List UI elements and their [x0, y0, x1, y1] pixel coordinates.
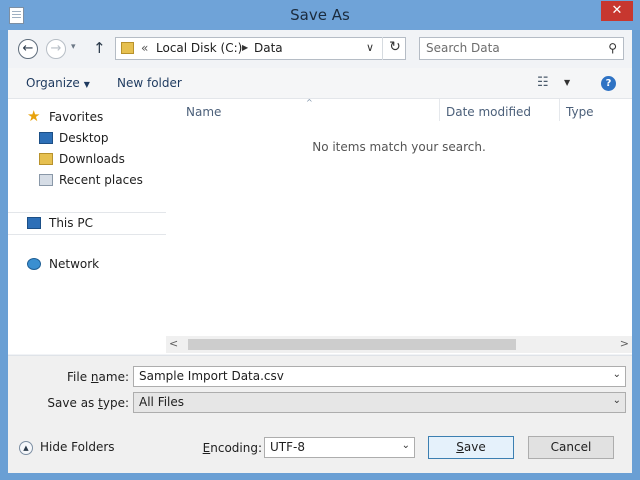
command-bar: Organize ▼ New folder ☷ ▼ ? — [8, 68, 632, 99]
save-as-type-select[interactable]: All Files ⌄ — [133, 392, 626, 413]
scroll-right-icon[interactable]: > — [620, 337, 629, 350]
sidebar-item-recent-places[interactable]: Recent places — [8, 170, 166, 191]
star-icon: ★ — [27, 107, 41, 125]
sidebar-item-network[interactable]: Network — [8, 254, 166, 275]
sort-ascending-icon: ^ — [306, 98, 313, 107]
organize-label: Organize — [26, 76, 80, 90]
address-bar[interactable]: « Local Disk (C:) ▶ Data ∨ ↻ — [115, 37, 406, 60]
folder-icon — [121, 42, 134, 54]
help-icon[interactable]: ? — [601, 76, 616, 91]
chevron-down-icon[interactable]: ⌄ — [613, 395, 621, 406]
encoding-label: Encoding: — [202, 441, 262, 455]
back-button[interactable]: ← — [18, 39, 38, 59]
sidebar-item-this-pc[interactable]: This PC — [8, 212, 166, 235]
recent-locations-chevron-icon[interactable]: ▾ — [71, 42, 76, 52]
save-as-type-value: All Files — [139, 395, 185, 409]
save-button[interactable]: Save — [428, 436, 514, 459]
file-name-value[interactable]: Sample Import Data.csv — [139, 369, 284, 383]
up-button[interactable]: ↑ — [93, 39, 106, 57]
organize-button[interactable]: Organize ▼ — [26, 76, 90, 90]
forward-button[interactable]: → — [46, 39, 66, 59]
new-folder-button[interactable]: New folder — [117, 76, 182, 90]
column-header-name[interactable]: Name — [186, 105, 221, 119]
view-options-icon[interactable]: ☷ — [537, 75, 549, 90]
computer-icon — [27, 217, 41, 229]
sidebar-item-downloads[interactable]: Downloads — [8, 149, 166, 170]
window-title: Save As — [290, 6, 350, 24]
save-form: File name: Sample Import Data.csv ⌄ Save… — [8, 355, 632, 473]
scrollbar-thumb[interactable] — [188, 339, 516, 350]
save-as-dialog: Save As ✕ ← → ▾ ↑ « Local Disk (C:) ▶ Da… — [0, 0, 640, 480]
sidebar-item-label: Desktop — [59, 131, 109, 145]
desktop-icon — [39, 132, 53, 144]
sidebar-item-desktop[interactable]: Desktop — [8, 128, 166, 149]
file-list[interactable]: ^ Name Date modified Type No items match… — [166, 98, 632, 354]
dialog-body: ← → ▾ ↑ « Local Disk (C:) ▶ Data ∨ ↻ Sea… — [8, 30, 632, 473]
file-name-field[interactable]: Sample Import Data.csv ⌄ — [133, 366, 626, 387]
search-input[interactable]: Search Data ⚲ — [419, 37, 624, 60]
column-header-date-modified[interactable]: Date modified — [446, 105, 531, 119]
sidebar-item-label: Recent places — [59, 173, 143, 187]
address-overflow-icon[interactable]: « — [141, 41, 148, 55]
breadcrumb-data[interactable]: Data — [254, 41, 283, 55]
file-name-label: File name: — [67, 370, 129, 384]
scroll-left-icon[interactable]: < — [169, 337, 178, 350]
column-header-type[interactable]: Type — [566, 105, 594, 119]
cancel-button[interactable]: Cancel — [528, 436, 614, 459]
sidebar-item-favorites[interactable]: ★ Favorites — [8, 107, 166, 128]
recent-places-icon — [39, 174, 53, 186]
close-button[interactable]: ✕ — [601, 1, 633, 21]
sidebar-item-label: This PC — [49, 216, 93, 230]
search-icon[interactable]: ⚲ — [608, 41, 617, 55]
horizontal-scrollbar[interactable]: < > — [166, 336, 632, 353]
sidebar-item-label: Downloads — [59, 152, 125, 166]
collapse-up-icon: ▲ — [19, 441, 33, 455]
save-as-type-label: Save as type: — [47, 396, 129, 410]
downloads-folder-icon — [39, 153, 53, 165]
chevron-down-icon[interactable]: ⌄ — [402, 440, 410, 451]
sidebar-item-label: Favorites — [49, 110, 104, 124]
address-dropdown-icon[interactable]: ∨ — [366, 41, 374, 54]
search-placeholder: Search Data — [426, 41, 500, 55]
hide-folders-label: Hide Folders — [40, 440, 115, 454]
breadcrumb-local-disk[interactable]: Local Disk (C:) — [156, 41, 242, 55]
empty-message: No items match your search. — [312, 140, 486, 154]
column-divider[interactable] — [559, 99, 560, 121]
title-bar[interactable]: Save As ✕ — [0, 0, 640, 30]
caret-down-icon: ▼ — [83, 80, 90, 89]
refresh-button[interactable]: ↻ — [382, 37, 407, 60]
breadcrumb-separator-icon[interactable]: ▶ — [242, 43, 248, 52]
sidebar-item-label: Network — [49, 257, 100, 271]
column-divider[interactable] — [439, 99, 440, 121]
chevron-down-icon[interactable]: ⌄ — [613, 369, 621, 380]
network-icon — [27, 258, 41, 270]
view-dropdown-icon[interactable]: ▼ — [564, 78, 570, 87]
encoding-value: UTF-8 — [270, 440, 305, 454]
navigation-pane: ★ Favorites Desktop Downloads Recent pla… — [8, 99, 167, 354]
encoding-select[interactable]: UTF-8 ⌄ — [264, 437, 415, 458]
